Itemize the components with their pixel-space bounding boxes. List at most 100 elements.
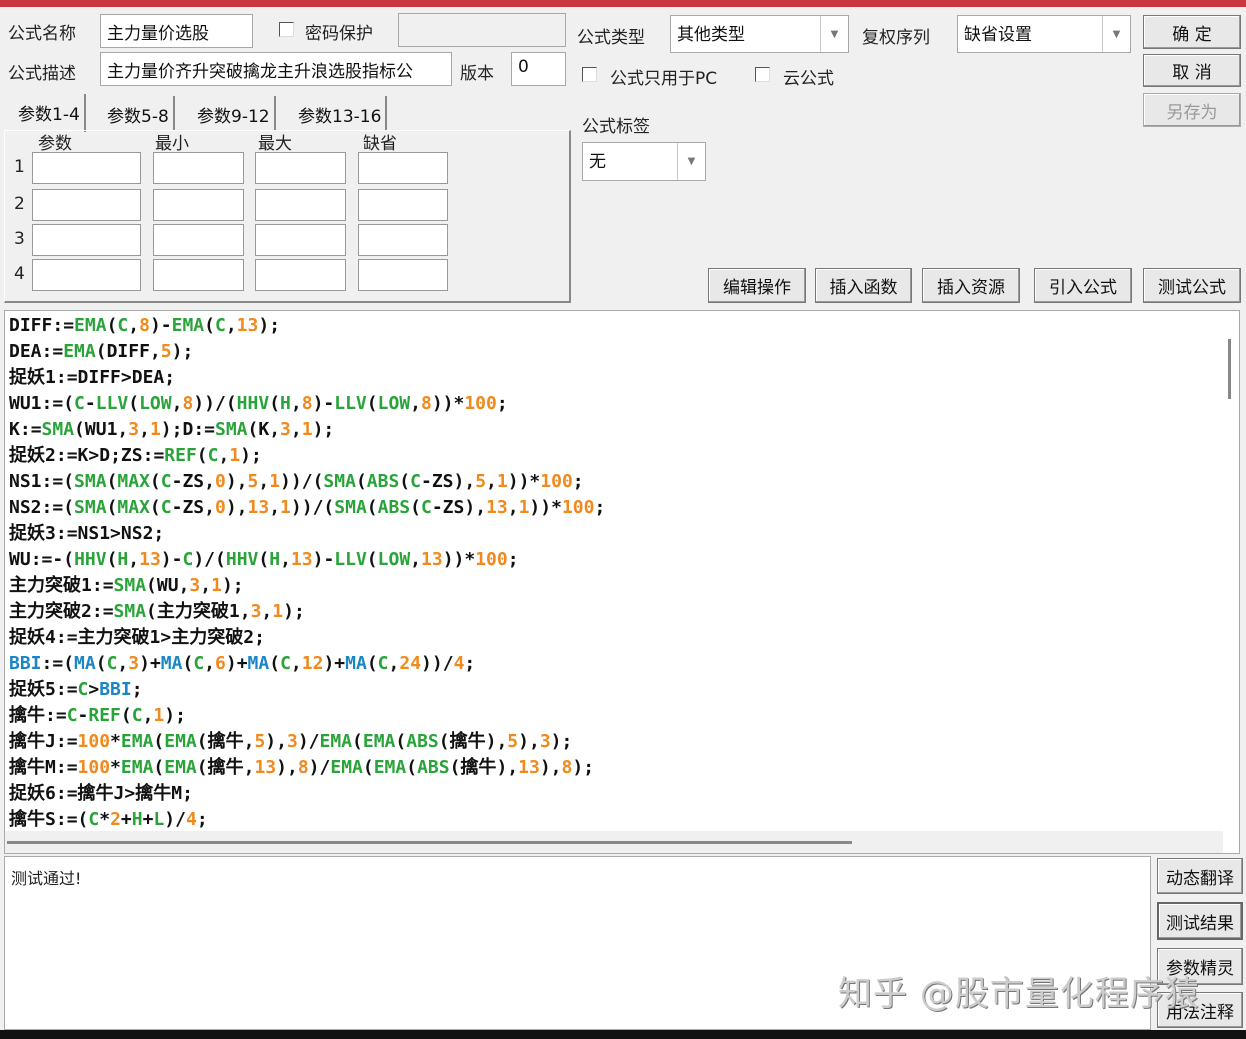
code-token: ) <box>283 601 294 622</box>
code-token: C <box>410 471 421 492</box>
code-token: + <box>236 653 248 674</box>
code-token: 100 <box>464 393 497 414</box>
password-input[interactable] <box>398 13 566 47</box>
code-token: ) <box>485 731 497 752</box>
param-input-最小[interactable] <box>153 152 244 184</box>
param-input-最大[interactable] <box>255 189 346 221</box>
code-token: ) <box>225 653 237 674</box>
param-input-最大[interactable] <box>255 152 346 184</box>
code-token: , <box>528 731 540 752</box>
formula-tag-value: 无 <box>589 152 606 172</box>
insert-resource-button[interactable]: 插入资源 <box>922 268 1020 303</box>
code-token: ; <box>594 497 606 518</box>
code-token: ) <box>550 731 562 752</box>
tab-params-1-4[interactable]: 参数1-4 <box>14 94 86 132</box>
code-token: ) <box>496 757 508 778</box>
code-token: 8 <box>301 393 313 414</box>
password-checkbox[interactable] <box>279 22 294 37</box>
param-input-最大[interactable] <box>255 224 346 256</box>
code-token: 主力突破2 <box>9 601 92 622</box>
code-token: = <box>102 575 114 596</box>
code-token: LOW <box>377 549 411 570</box>
param-input-最小[interactable] <box>153 224 244 256</box>
code-token: 0 <box>214 471 226 492</box>
code-token: 24 <box>399 653 422 674</box>
pc-only-checkbox[interactable] <box>582 67 597 82</box>
param-input-缺省[interactable] <box>358 189 448 221</box>
param-input-缺省[interactable] <box>358 152 448 184</box>
code-token: 3 <box>189 575 201 596</box>
code-token: / <box>214 393 226 414</box>
code-token: C <box>182 549 194 570</box>
tab-params-13-16[interactable]: 参数13-16 <box>294 96 388 130</box>
code-token: ( <box>269 393 281 414</box>
code-token: LOW <box>377 393 411 414</box>
code-token: 13 <box>139 549 161 570</box>
code-line: 捉妖1:=DIFF>DEA; <box>9 365 605 391</box>
code-token: + <box>149 653 161 674</box>
code-token: * <box>464 549 476 570</box>
param-input-最小[interactable] <box>153 259 244 291</box>
param-input-参数[interactable] <box>32 224 141 256</box>
code-line: 擒牛J:=100*EMA(EMA(擒牛,5),3)/EMA(EMA(ABS(擒牛… <box>9 729 605 755</box>
dynamic-translate-button[interactable]: 动态翻译 <box>1157 858 1243 894</box>
save-as-button[interactable]: 另存为 <box>1143 93 1241 127</box>
code-text[interactable]: DIFF:=EMA(C,8)-EMA(C,13); DEA:=EMA(DIFF,5… <box>9 313 605 833</box>
param-input-最大[interactable] <box>255 259 346 291</box>
code-token: ; <box>507 549 519 570</box>
code-token: - <box>77 705 89 726</box>
test-result-button[interactable]: 测试结果 <box>1157 902 1243 940</box>
scroll-thumb[interactable] <box>7 841 852 844</box>
code-token: ( <box>182 653 194 674</box>
code-token: ( <box>204 315 215 336</box>
scroll-thumb[interactable] <box>1228 339 1231 399</box>
code-token: - <box>171 471 183 492</box>
code-token: NS2 <box>9 497 42 518</box>
param-input-参数[interactable] <box>32 189 141 221</box>
code-token: ) <box>518 471 530 492</box>
import-formula-button[interactable]: 引入公式 <box>1034 268 1132 303</box>
code-token: ( <box>146 575 157 596</box>
code-token: = <box>66 731 78 752</box>
code-token: REF <box>88 705 121 726</box>
code-token: , <box>243 731 255 752</box>
param-input-最小[interactable] <box>153 189 244 221</box>
vertical-scrollbar[interactable] <box>1221 311 1239 831</box>
cloud-checkbox[interactable] <box>755 67 770 82</box>
code-token: L <box>153 809 165 830</box>
ok-button[interactable]: 确 定 <box>1143 15 1241 49</box>
param-header-default: 缺省 <box>363 134 397 154</box>
param-input-参数[interactable] <box>32 259 141 291</box>
formula-name-input[interactable]: 主力量价选股 <box>100 14 253 48</box>
code-token: ABS <box>366 471 400 492</box>
code-token: , <box>388 653 400 674</box>
cancel-button[interactable]: 取 消 <box>1143 54 1241 87</box>
insert-function-button[interactable]: 插入函数 <box>815 268 912 303</box>
param-input-缺省[interactable] <box>358 224 448 256</box>
code-token: > <box>160 627 172 648</box>
formula-type-select[interactable]: 其他类型 ▼ <box>670 15 849 53</box>
code-token: = <box>153 445 165 466</box>
code-token: : <box>41 341 53 362</box>
code-token: * <box>99 809 111 830</box>
formula-tag-select[interactable]: 无 ▼ <box>582 142 706 181</box>
code-token: = <box>102 601 114 622</box>
horizontal-scrollbar[interactable] <box>5 831 1223 853</box>
test-formula-button[interactable]: 测试公式 <box>1143 268 1241 303</box>
code-token: : <box>45 705 56 726</box>
formula-desc-input[interactable]: 主力量价齐升突破擒龙主升浪选股指标公 <box>100 52 452 86</box>
code-token: : <box>193 419 205 440</box>
code-token: EMA <box>164 757 197 778</box>
param-input-参数[interactable] <box>32 152 141 184</box>
code-token: = <box>52 393 64 414</box>
tab-params-9-12[interactable]: 参数9-12 <box>193 96 276 130</box>
version-input[interactable]: 0 <box>511 52 566 86</box>
code-token: C <box>66 705 78 726</box>
code-token: - <box>171 497 183 518</box>
tab-params-5-8[interactable]: 参数5-8 <box>103 96 175 130</box>
param-input-缺省[interactable] <box>358 259 448 291</box>
edit-ops-button[interactable]: 编辑操作 <box>708 268 806 303</box>
code-token: : <box>30 549 42 570</box>
code-editor[interactable]: DIFF:=EMA(C,8)-EMA(C,13); DEA:=EMA(DIFF,5… <box>4 310 1240 854</box>
fq-select[interactable]: 缺省设置 ▼ <box>957 15 1131 53</box>
